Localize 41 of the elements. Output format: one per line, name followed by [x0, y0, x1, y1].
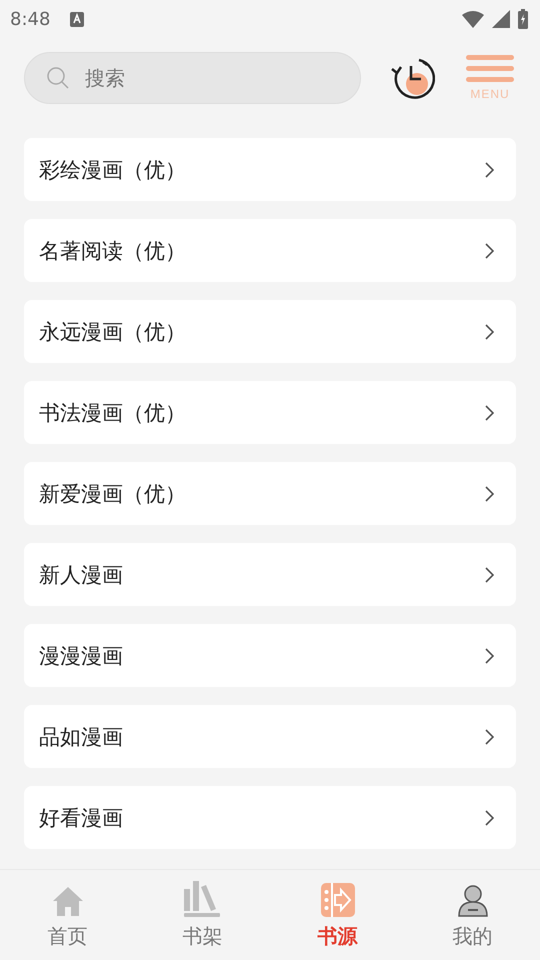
source-item[interactable]: 新爱漫画（优）: [24, 462, 516, 525]
source-item[interactable]: 名著阅读（优）: [24, 219, 516, 282]
source-item[interactable]: 漫漫漫画: [24, 624, 516, 687]
source-item[interactable]: 品如漫画: [24, 705, 516, 768]
chevron-icon: [485, 324, 494, 340]
source-name: 书法漫画（优）: [39, 400, 187, 426]
import-icon: [320, 883, 354, 917]
signal-icon: [492, 10, 510, 28]
source-item[interactable]: 好看漫画: [24, 786, 516, 849]
chevron-icon: [485, 728, 494, 744]
nav-tab[interactable]: 书架: [135, 870, 270, 960]
chevron-icon: [485, 810, 494, 826]
house-icon: [50, 885, 84, 917]
books-icon: [184, 881, 222, 917]
battery-icon: [518, 9, 528, 29]
nav-tab[interactable]: 我的: [405, 870, 540, 960]
source-name: 永远漫画（优）: [39, 318, 187, 346]
source-item[interactable]: 新人漫画: [24, 543, 516, 606]
wifi-icon: [462, 10, 484, 28]
search-field[interactable]: 搜索: [24, 52, 361, 104]
chevron-icon: [485, 404, 494, 420]
source-name: 漫漫漫画: [39, 642, 124, 670]
status-time: 8:48: [10, 8, 50, 30]
source-name: 好看漫画: [39, 804, 124, 832]
source-name: 彩绘漫画（优）: [39, 156, 187, 184]
nav-tab[interactable]: 书源: [270, 870, 405, 960]
chevron-icon: [485, 566, 494, 582]
chevron-icon: [485, 162, 494, 178]
user-icon: [456, 885, 488, 917]
chevron-icon: [485, 486, 494, 502]
chevron-icon: [485, 648, 494, 664]
source-item[interactable]: 彩绘漫画（优）: [24, 138, 516, 201]
source-item[interactable]: 永远漫画（优）: [24, 300, 516, 363]
source-name: 品如漫画: [39, 724, 124, 750]
nav-tab[interactable]: 首页: [0, 870, 135, 960]
source-name: 新人漫画: [39, 562, 124, 588]
source-name: 名著阅读（优）: [39, 238, 187, 264]
keyboard-icon: [70, 12, 84, 26]
source-name: 新爱漫画（优）: [39, 480, 187, 508]
chevron-icon: [485, 242, 494, 258]
source-item[interactable]: 书法漫画（优）: [24, 381, 516, 444]
